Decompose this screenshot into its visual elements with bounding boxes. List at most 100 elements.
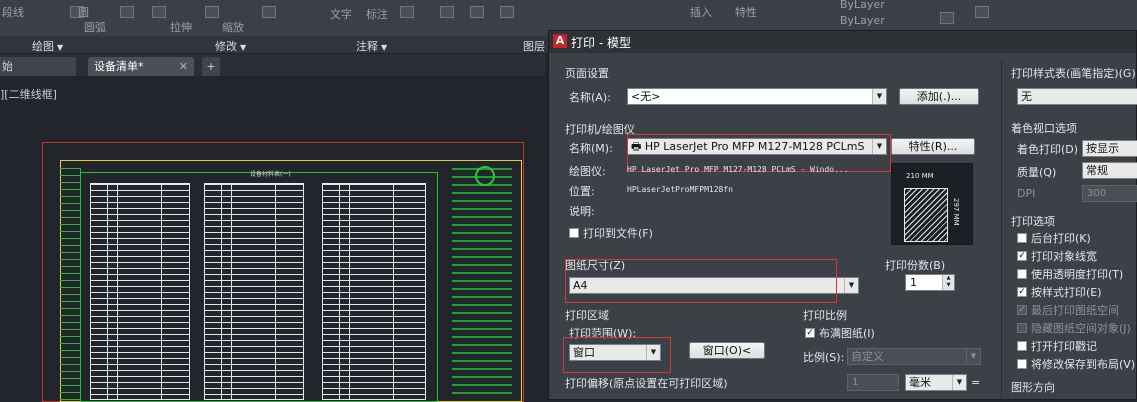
new-tab-button[interactable]: + bbox=[202, 57, 220, 76]
dpi-field[interactable]: 300 bbox=[1082, 185, 1137, 202]
printer-properties-button[interactable]: 特性(R)... bbox=[891, 138, 975, 155]
company-logo-icon bbox=[475, 166, 495, 186]
shade-plot-label: 着色打印(D) bbox=[1017, 143, 1079, 156]
ribbon-dimension-label[interactable]: 标注 bbox=[366, 6, 388, 22]
print-to-file-label: 打印到文件(F) bbox=[583, 227, 653, 240]
shade-plot-select[interactable]: 按显示 bbox=[1082, 140, 1137, 157]
window-select-button[interactable]: 窗口(O)< bbox=[689, 342, 765, 359]
ribbon-arc-label[interactable]: 圆弧 bbox=[84, 19, 106, 35]
page-setup-name-select[interactable]: <无> ▼ bbox=[627, 88, 887, 105]
quality-select[interactable]: 常规 bbox=[1082, 162, 1137, 179]
scale-value-field[interactable]: 1 bbox=[847, 374, 899, 391]
close-tab-icon[interactable]: ✕ bbox=[179, 57, 188, 76]
ribbon-text-label[interactable]: 文字 bbox=[330, 6, 352, 22]
plotter-value: HP LaserJet Pro MFP M127-M128 PCLmS - Wi… bbox=[627, 165, 849, 174]
print-dialog: A 打印 - 模型 页面设置 名称(A): <无> ▼ 添加(.)... 打印机/… bbox=[548, 30, 1137, 401]
scale-tool-icon[interactable] bbox=[205, 6, 219, 18]
plot-stamp-checkbox[interactable] bbox=[1017, 341, 1027, 351]
copies-stepper[interactable]: 1 ▲ ▼ bbox=[905, 274, 955, 291]
plot-with-styles-label: 按样式打印(E) bbox=[1031, 286, 1102, 299]
scale-select[interactable]: 自定义 ▼ bbox=[847, 348, 981, 365]
shaded-viewport-group-label: 着色视口选项 bbox=[1011, 122, 1077, 135]
page-setup-name-label: 名称(A): bbox=[569, 91, 611, 104]
chevron-down-icon: ▼ bbox=[966, 349, 980, 364]
leader-tool-icon[interactable] bbox=[400, 6, 414, 18]
plot-paperspace-last-label: 最后打印图纸空间 bbox=[1031, 304, 1119, 317]
ribbon-properties-label[interactable]: 特性 bbox=[735, 4, 757, 20]
drawing-title: 设备材料表(一) bbox=[250, 171, 291, 178]
tab-start[interactable]: 始 bbox=[0, 57, 76, 76]
plot-with-styles-checkbox[interactable]: ✓ bbox=[1017, 287, 1027, 297]
plot-style-group-label: 打印样式表(画笔指定)(G) bbox=[1011, 67, 1136, 80]
plot-offset-label: 打印偏移(原点设置在可打印区域) bbox=[565, 377, 728, 390]
scale-equals: = bbox=[971, 376, 981, 389]
plot-range-highlight bbox=[563, 337, 671, 373]
ribbon-polyline-label[interactable]: 段线 bbox=[2, 4, 24, 20]
ribbon-scale-label[interactable]: 缩放 bbox=[222, 19, 244, 35]
plot-area-group-label: 打印区域 bbox=[565, 309, 609, 322]
chevron-down-icon: ▼ bbox=[952, 375, 966, 390]
arc-tool-icon[interactable] bbox=[120, 6, 134, 18]
quality-label: 质量(Q) bbox=[1017, 166, 1057, 179]
ribbon-circle-label[interactable]: 圆 bbox=[78, 4, 89, 20]
layer-tool-icon[interactable] bbox=[440, 6, 454, 18]
dialog-title: 打印 - 模型 bbox=[571, 36, 631, 50]
page-setup-group-label: 页面设置 bbox=[565, 67, 609, 80]
panel-modify[interactable]: 修改 ▼ bbox=[215, 38, 246, 54]
panel-annotation[interactable]: 注释 ▼ bbox=[356, 38, 387, 54]
plot-paperspace-last-checkbox[interactable]: ✓ bbox=[1017, 305, 1027, 315]
fit-to-paper-checkbox[interactable]: ✓ bbox=[805, 328, 815, 338]
plotter-label: 绘图仪: bbox=[569, 165, 606, 178]
ribbon-bylayer-2[interactable]: ByLayer bbox=[840, 14, 885, 27]
print-to-file-checkbox[interactable] bbox=[569, 228, 579, 238]
plot-style-select[interactable]: 无 bbox=[1017, 88, 1137, 105]
equipment-table-2 bbox=[204, 183, 304, 400]
plus-icon: + bbox=[206, 60, 216, 73]
grid-icon[interactable] bbox=[975, 6, 989, 18]
scale-unit-select[interactable]: 毫米 ▼ bbox=[905, 374, 967, 391]
ribbon-insert-label[interactable]: 插入 bbox=[690, 4, 712, 20]
plot-scale-group-label: 打印比例 bbox=[803, 309, 847, 322]
paper-size-highlight bbox=[565, 259, 837, 303]
copy-tool-icon[interactable] bbox=[262, 6, 276, 18]
equipment-table-1 bbox=[90, 183, 190, 400]
layer-state-icon[interactable] bbox=[470, 6, 484, 18]
add-page-setup-button[interactable]: 添加(.)... bbox=[899, 88, 979, 105]
ribbon-bylayer-1[interactable]: ByLayer bbox=[840, 0, 885, 11]
dialog-titlebar[interactable]: A 打印 - 模型 bbox=[549, 31, 1136, 53]
paper-preview: 210 MM 297 MM bbox=[891, 163, 973, 245]
save-changes-to-layout-checkbox[interactable] bbox=[1017, 359, 1027, 369]
tab-drawing[interactable]: 设备清单* ✕ bbox=[88, 57, 194, 76]
paper-width-label: 210 MM bbox=[906, 172, 934, 180]
location-value: HPLaserJetProMFPM128fn bbox=[627, 185, 733, 194]
printer-name-label: 名称(M): bbox=[569, 142, 613, 155]
plot-transparency-checkbox[interactable] bbox=[1017, 269, 1027, 279]
background-plot-checkbox[interactable] bbox=[1017, 233, 1027, 243]
panel-layers[interactable]: 图层 bbox=[523, 38, 545, 54]
description-label: 说明: bbox=[569, 205, 595, 218]
drawing-canvas[interactable]: ][二维线框] 设备材料表(一) bbox=[0, 76, 545, 402]
plot-stamp-label: 打开打印戳记 bbox=[1031, 340, 1097, 353]
plot-lineweights-checkbox[interactable]: ✓ bbox=[1017, 251, 1027, 261]
ribbon-stretch-label[interactable]: 拉伸 bbox=[170, 19, 192, 35]
save-changes-to-layout-label: 将修改保存到布局(V) bbox=[1031, 358, 1136, 371]
chevron-down-icon: ▼ bbox=[872, 89, 886, 104]
column-divider bbox=[1001, 61, 1002, 401]
location-label: 位置: bbox=[569, 185, 595, 198]
panel-draw[interactable]: 绘图 ▼ bbox=[32, 38, 63, 54]
hide-paperspace-objects-checkbox[interactable] bbox=[1017, 323, 1027, 333]
orientation-group-label: 图形方向 bbox=[1011, 381, 1055, 394]
viewport-control-label[interactable]: ][二维线框] bbox=[0, 86, 57, 102]
paper-preview-sheet bbox=[904, 188, 948, 242]
title-block bbox=[452, 168, 512, 400]
spinner-arrows-icon[interactable]: ▲ ▼ bbox=[942, 275, 954, 290]
chevron-down-icon: ▼ bbox=[844, 278, 858, 293]
fit-to-paper-label: 布满图纸(I) bbox=[819, 327, 875, 340]
plot-transparency-label: 使用透明度打印(T) bbox=[1031, 268, 1124, 281]
move-tool-icon[interactable] bbox=[152, 6, 166, 18]
dpi-label: DPI bbox=[1017, 187, 1036, 200]
plot-lineweights-label: 打印对象线宽 bbox=[1031, 250, 1097, 263]
select-icon[interactable] bbox=[940, 12, 954, 24]
layer-freeze-icon[interactable] bbox=[500, 6, 514, 18]
drawing-left-strip bbox=[60, 168, 81, 400]
